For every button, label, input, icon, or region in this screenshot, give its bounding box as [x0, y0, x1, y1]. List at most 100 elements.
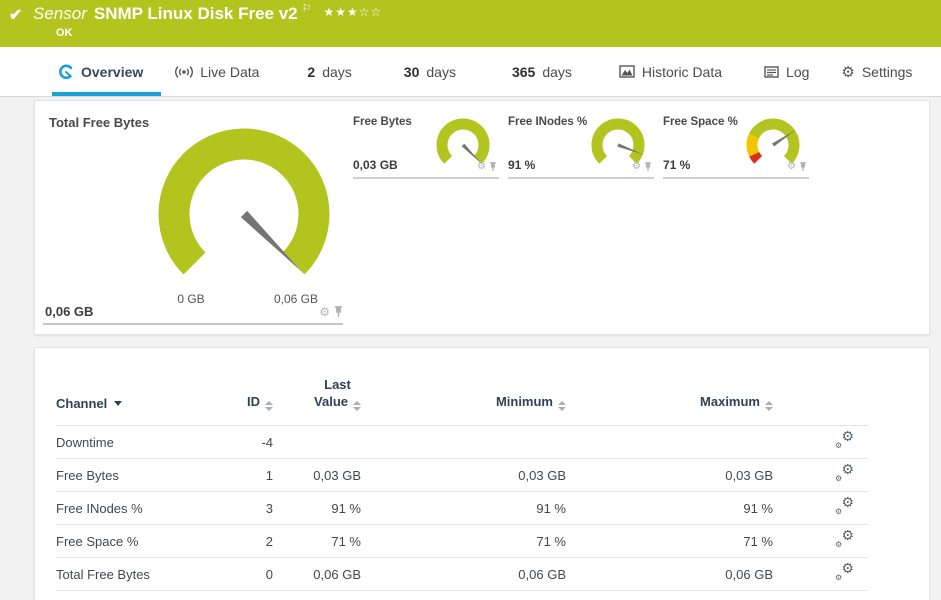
live-data-icon — [175, 65, 194, 79]
sort-desc-icon — [114, 401, 123, 406]
historic-data-icon — [619, 65, 635, 78]
tab-365-days[interactable]: 365 days — [512, 47, 572, 96]
primary-gauge-title: Total Free Bytes — [49, 115, 150, 130]
channel-last-value: 71 % — [273, 524, 361, 558]
primary-gauge-value: 0,06 GB — [45, 304, 94, 319]
channel-id: 1 — [191, 458, 273, 492]
channel-settings-icon[interactable]: ⚙ ⚙ — [835, 528, 854, 549]
prtg-sensor-page: ✔ Sensor SNMP Linux Disk Free v2 ⚐ ★★★☆☆… — [0, 0, 941, 600]
pin-icon[interactable] — [489, 162, 497, 172]
channel-minimum: 0,03 GB — [361, 458, 566, 492]
channel-settings-icon[interactable]: ⚙ ⚙ — [835, 561, 854, 582]
sensor-kind-label: Sensor — [33, 4, 87, 23]
pin-icon[interactable] — [799, 162, 807, 172]
gear-icon[interactable]: ⚙ — [319, 306, 330, 318]
table-row: Free Space % 2 71 % 71 % 71 % ⚙ ⚙ — [56, 524, 868, 558]
sort-icon — [558, 401, 566, 411]
table-row: Downtime -4 ⚙ ⚙ — [56, 425, 868, 459]
channels-card: Channel ID Last Value Minimum Maximum Dow… — [34, 347, 930, 600]
tab-label: Live Data — [200, 63, 260, 80]
gauge-title: Free Bytes — [353, 116, 412, 128]
channel-id: 3 — [191, 491, 273, 525]
channel-settings-icon[interactable]: ⚙ ⚙ — [835, 429, 854, 450]
channel-id: 2 — [191, 524, 273, 558]
tab-overview[interactable]: Overview — [51, 47, 162, 96]
tab-label: days — [542, 63, 572, 80]
channel-name: Free Space % — [56, 524, 191, 558]
channel-last-value: 0,03 GB — [273, 458, 361, 492]
gear-icon[interactable]: ⚙ — [632, 162, 641, 172]
gauge-title: Free INodes % — [508, 116, 588, 128]
tab-2-days[interactable]: 2 days — [307, 47, 351, 96]
gear-icon[interactable]: ⚙ — [477, 162, 486, 172]
gauge-value: 91 % — [508, 158, 536, 172]
channel-minimum: 91 % — [361, 491, 566, 525]
tab-log[interactable]: Log — [764, 47, 809, 96]
sensor-title: SNMP Linux Disk Free v2 — [93, 4, 298, 23]
gauges-card: Total Free Bytes 0 GB 0,06 GB 0,06 GB ⚙ … — [34, 100, 930, 335]
sensor-title-row: Sensor SNMP Linux Disk Free v2 ⚐ ★★★☆☆ — [33, 3, 382, 25]
channel-minimum: 0,06 GB — [361, 557, 566, 591]
channel-maximum: 71 % — [566, 524, 773, 558]
channel-last-value: 0,06 GB — [273, 557, 361, 591]
channel-last-value — [273, 425, 361, 459]
gear-icon: ⚙ — [841, 63, 855, 81]
small-gauge-tiles: Free Bytes 0,03 GB ⚙ Free INodes % 91 % … — [353, 113, 809, 179]
channel-maximum: 91 % — [566, 491, 773, 525]
tab-number: 30 — [403, 63, 420, 80]
primary-gauge-footer: 0,06 GB ⚙ — [43, 300, 343, 325]
tab-bar: Overview Live Data 2 days 30 days 365 da… — [0, 47, 941, 97]
channel-name: Total Free Bytes — [56, 557, 191, 591]
tab-live-data[interactable]: Live Data — [175, 47, 259, 96]
pin-icon[interactable] — [644, 162, 652, 172]
gauge-value: 71 % — [663, 158, 691, 172]
table-row: Total Free Bytes 0 0,06 GB 0,06 GB 0,06 … — [56, 557, 868, 591]
channel-name: Free Bytes — [56, 458, 191, 492]
column-header-last-value[interactable]: Last Value — [273, 356, 361, 426]
sort-icon — [353, 401, 361, 411]
channel-last-value: 91 % — [273, 491, 361, 525]
channel-name: Free INodes % — [56, 491, 191, 525]
check-icon: ✔ — [9, 7, 23, 24]
channel-maximum — [566, 425, 773, 459]
tab-historic-data[interactable]: Historic Data — [619, 47, 722, 96]
priority-stars[interactable]: ★★★☆☆ — [324, 5, 383, 19]
gauge-tile-free-space[interactable]: Free Space % 71 % ⚙ — [663, 113, 809, 179]
tab-number: 365 — [511, 63, 536, 80]
tab-label: Log — [786, 63, 810, 80]
gauge-tile-free-bytes[interactable]: Free Bytes 0,03 GB ⚙ — [353, 113, 499, 179]
channel-table: Channel ID Last Value Minimum Maximum Dow… — [56, 356, 868, 591]
pin-icon[interactable] — [334, 306, 343, 318]
channel-settings-icon[interactable]: ⚙ ⚙ — [835, 462, 854, 483]
channel-id: -4 — [191, 425, 273, 459]
tab-30-days[interactable]: 30 days — [404, 47, 456, 96]
column-header-maximum[interactable]: Maximum — [566, 356, 773, 426]
flag-icon: ⚐ — [301, 3, 312, 15]
status-badge: OK — [56, 27, 73, 39]
table-row: Free INodes % 3 91 % 91 % 91 % ⚙ ⚙ — [56, 491, 868, 525]
tab-settings[interactable]: ⚙ Settings — [841, 47, 912, 96]
sensor-header: ✔ Sensor SNMP Linux Disk Free v2 ⚐ ★★★☆☆… — [0, 0, 941, 47]
channel-settings-icon[interactable]: ⚙ ⚙ — [835, 495, 854, 516]
column-header-settings — [773, 356, 868, 426]
log-icon — [764, 65, 779, 78]
channel-minimum — [361, 425, 566, 459]
column-header-channel[interactable]: Channel — [56, 356, 191, 426]
tab-label: Settings — [861, 63, 913, 80]
tab-label: days — [426, 63, 456, 80]
primary-gauge[interactable] — [149, 119, 339, 309]
table-row: Free Bytes 1 0,03 GB 0,03 GB 0,03 GB ⚙ ⚙ — [56, 458, 868, 492]
sort-icon — [265, 401, 273, 411]
channel-minimum: 71 % — [361, 524, 566, 558]
table-header-row: Channel ID Last Value Minimum Maximum — [56, 356, 868, 426]
channel-maximum: 0,06 GB — [566, 557, 773, 591]
channel-maximum: 0,03 GB — [566, 458, 773, 492]
column-header-id[interactable]: ID — [191, 356, 273, 426]
gauge-title: Free Space % — [663, 116, 738, 128]
gauge-tile-free-inodes[interactable]: Free INodes % 91 % ⚙ — [508, 113, 654, 179]
channel-id: 0 — [191, 557, 273, 591]
column-header-minimum[interactable]: Minimum — [361, 356, 566, 426]
tab-label: Overview — [81, 63, 144, 80]
gear-icon[interactable]: ⚙ — [787, 162, 796, 172]
gauge-icon — [58, 64, 74, 80]
